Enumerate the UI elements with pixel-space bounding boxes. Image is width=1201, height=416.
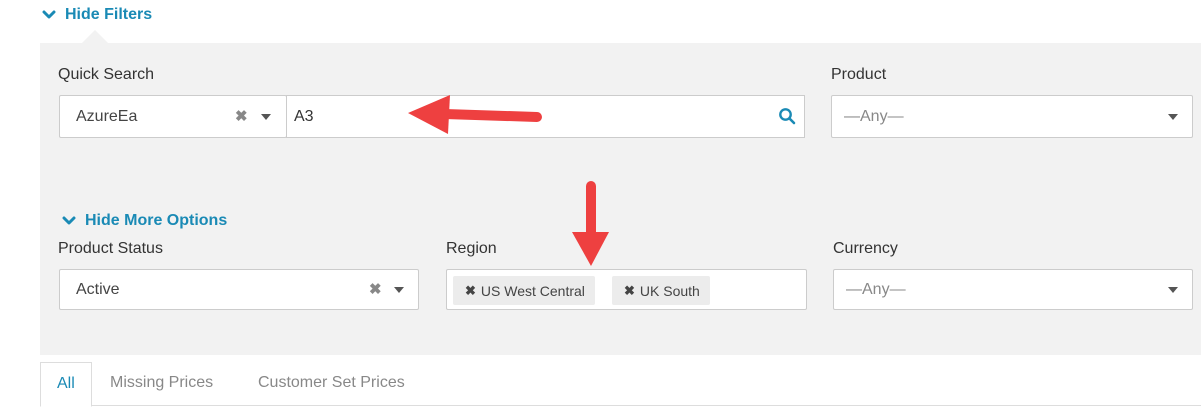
search-icon[interactable]	[778, 107, 796, 125]
product-select[interactable]: —Any—	[831, 95, 1193, 138]
quick-search-label: Quick Search	[58, 66, 155, 83]
currency-label: Currency	[833, 240, 898, 257]
region-tag-label: US West Central	[480, 282, 585, 299]
quick-search-scope-value: AzureEa	[76, 107, 138, 125]
currency-value: —Any—	[846, 280, 906, 298]
currency-select[interactable]: —Any—	[833, 269, 1193, 310]
product-value: —Any—	[844, 107, 904, 125]
quick-search-scope-select[interactable]: AzureEa ✖	[59, 95, 287, 138]
caret-down-icon[interactable]	[394, 287, 404, 293]
chevron-down-icon	[42, 10, 56, 19]
hide-more-options-toggle[interactable]: Hide More Options	[62, 212, 227, 230]
hide-more-options-label: Hide More Options	[85, 212, 228, 229]
region-tag[interactable]: ✖ UK South	[612, 276, 710, 305]
product-status-label: Product Status	[58, 240, 163, 257]
region-label: Region	[446, 240, 497, 257]
price-tabs: All Missing Prices Customer Set Prices	[40, 362, 1201, 407]
tab-missing-prices[interactable]: Missing Prices	[110, 362, 213, 406]
tab-customer-set-prices[interactable]: Customer Set Prices	[258, 362, 405, 406]
hide-filters-label: Hide Filters	[65, 6, 153, 23]
region-tag[interactable]: ✖ US West Central	[453, 276, 595, 305]
product-label: Product	[831, 66, 887, 83]
remove-tag-icon[interactable]: ✖	[465, 283, 476, 299]
clear-icon[interactable]: ✖	[235, 109, 248, 124]
caret-down-icon[interactable]	[1168, 114, 1178, 120]
region-tag-label: UK South	[639, 282, 700, 299]
product-status-select[interactable]: Active ✖	[59, 269, 419, 310]
product-status-value: Active	[76, 280, 120, 298]
tab-all[interactable]: All	[40, 362, 92, 407]
caret-down-icon[interactable]	[1168, 287, 1178, 293]
panel-notch	[82, 30, 108, 43]
hide-filters-toggle[interactable]: Hide Filters	[42, 6, 152, 24]
chevron-down-icon	[62, 216, 76, 225]
clear-icon[interactable]: ✖	[369, 282, 382, 297]
caret-down-icon[interactable]	[261, 114, 271, 120]
quick-search-input[interactable]	[286, 95, 805, 138]
remove-tag-icon[interactable]: ✖	[624, 283, 635, 299]
